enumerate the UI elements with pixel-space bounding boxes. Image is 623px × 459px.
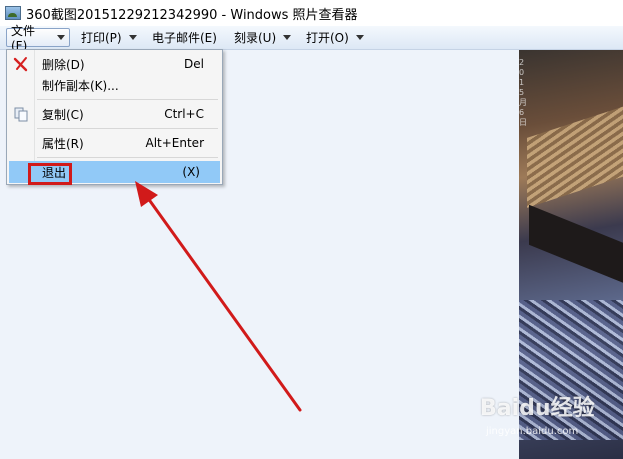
delete-x-icon [13, 57, 28, 72]
menu-item-label: 复制(C) [42, 107, 84, 122]
menu-open[interactable]: 打开(O) [302, 28, 368, 47]
menu-item-make-copy[interactable]: 制作副本(K)... [9, 74, 220, 96]
chevron-down-icon [57, 35, 65, 40]
menu-file[interactable]: 文件(F) [6, 24, 70, 53]
menu-email[interactable]: 电子邮件(E) [148, 28, 221, 47]
photo-viewer-app-icon [5, 6, 21, 20]
menu-item-delete[interactable]: 删除(D) Del [9, 53, 220, 75]
photo-date-text: 2015月6日 [519, 58, 527, 127]
chevron-down-icon [355, 35, 364, 40]
chevron-down-icon [128, 35, 137, 40]
menu-open-label: 打开(O) [306, 31, 349, 45]
menu-item-shortcut: (X) [182, 165, 200, 179]
menu-burn[interactable]: 刻录(U) [230, 28, 295, 47]
menu-item-shortcut: Alt+Enter [145, 136, 204, 150]
baidu-watermark-url: jingyan.baidu.com [486, 426, 579, 437]
annotation-highlight-box [28, 163, 72, 185]
menu-item-label: 属性(R) [42, 136, 84, 151]
title-bar: 360截图20151229212342990 - Windows 照片查看器 [0, 0, 623, 26]
copy-icon [14, 107, 28, 122]
menu-item-shortcut: Del [184, 57, 204, 71]
menu-email-label: 电子邮件(E) [152, 31, 217, 45]
menu-print-label: 打印(P) [81, 31, 122, 45]
menu-item-properties[interactable]: 属性(R) Alt+Enter [9, 132, 220, 154]
menu-item-shortcut: Ctrl+C [164, 107, 204, 121]
menu-item-label: 删除(D) [42, 57, 85, 72]
menu-burn-label: 刻录(U) [234, 31, 277, 45]
menu-separator [37, 128, 218, 129]
baidu-watermark: Baidu经验 [480, 396, 595, 421]
menu-bar: 文件(F) 打印(P) 电子邮件(E) 刻录(U) 打开(O) [0, 24, 623, 53]
menu-item-label: 制作副本(K)... [42, 78, 119, 93]
window-title: 360截图20151229212342990 - Windows 照片查看器 [26, 7, 358, 23]
menu-separator [37, 99, 218, 100]
menu-separator [37, 157, 218, 158]
chevron-down-icon [283, 35, 292, 40]
menu-print[interactable]: 打印(P) [77, 28, 141, 47]
menu-item-copy[interactable]: 复制(C) Ctrl+C [9, 103, 220, 125]
